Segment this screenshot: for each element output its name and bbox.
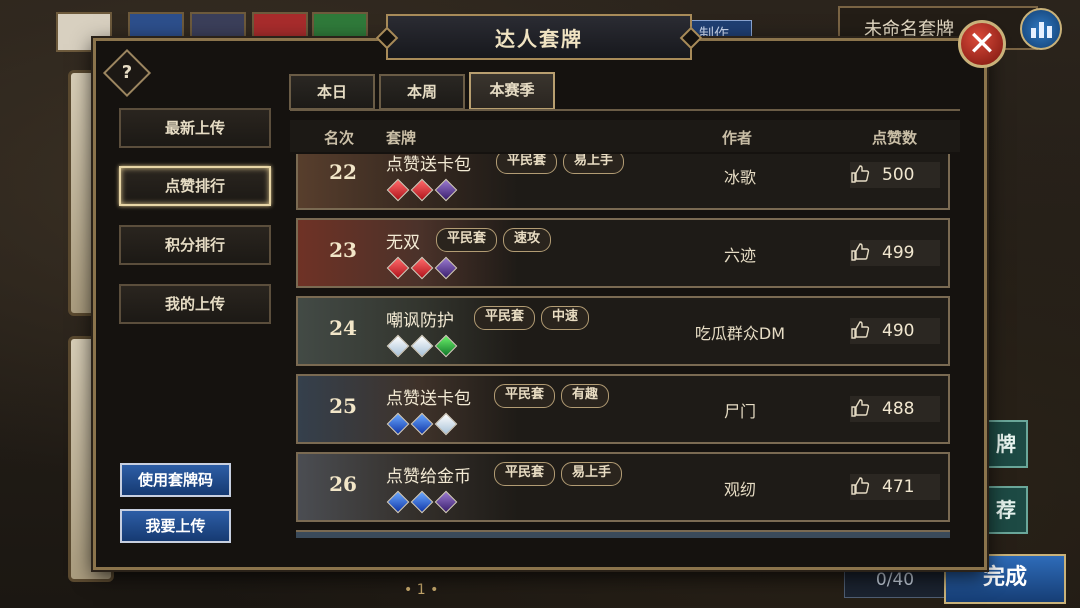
blue-gem-icon xyxy=(386,490,410,514)
page-indicator: • 1 • xyxy=(404,582,439,598)
like-count[interactable]: 500 xyxy=(850,162,940,188)
deck-tag: 易上手 xyxy=(563,154,625,174)
like-number: 500 xyxy=(882,165,915,185)
like-count[interactable]: 488 xyxy=(850,396,940,422)
deck-author: 六迹 xyxy=(723,246,756,265)
thumbs-up-icon xyxy=(850,164,872,186)
thumbs-up-icon xyxy=(850,476,872,498)
blue-gem-icon xyxy=(386,412,410,436)
thumbs-up-icon xyxy=(850,398,872,420)
green-gem-icon xyxy=(434,334,458,358)
table-row[interactable]: 26 点赞给金币 平民套 易上手 观纫 471 xyxy=(296,452,950,522)
rank-number: 26 xyxy=(329,472,357,496)
table-row[interactable]: 24 嘲讽防护 平民套 中速 吃瓜群众DM 490 xyxy=(296,296,950,366)
purple-gem-icon xyxy=(434,178,458,202)
deck-tag: 速攻 xyxy=(503,228,552,252)
deck-tag: 中速 xyxy=(541,306,590,330)
stats-icon[interactable] xyxy=(1020,8,1062,50)
question-icon: ? xyxy=(121,62,133,83)
deck-name: 点赞送卡包 xyxy=(386,155,471,175)
column-likes: 点赞数 xyxy=(872,129,918,147)
thumbs-up-icon xyxy=(850,242,872,264)
deck-name: 点赞送卡包 xyxy=(386,389,471,409)
blue-gem-icon xyxy=(410,412,434,436)
like-number: 490 xyxy=(882,321,915,341)
column-deck: 套牌 xyxy=(386,129,417,147)
tab-this-week[interactable]: 本周 xyxy=(379,74,465,110)
red-gem-icon xyxy=(386,256,410,280)
red-gem-icon xyxy=(386,178,410,202)
side-button-1[interactable]: 牌 xyxy=(984,420,1028,468)
white-gem-icon xyxy=(410,334,434,358)
table-row[interactable]: 22 点赞送卡包 平民套 易上手 冰歌 500 xyxy=(296,154,950,210)
menu-likes-ranking[interactable]: 点赞排行 xyxy=(119,166,271,206)
column-rank: 名次 xyxy=(324,129,355,147)
menu-points-ranking[interactable]: 积分排行 xyxy=(119,225,271,265)
use-deck-code-button[interactable]: 使用套牌码 xyxy=(120,463,231,497)
menu-latest-upload[interactable]: 最新上传 xyxy=(119,108,271,148)
red-gem-icon xyxy=(410,178,434,202)
deck-author: 尸门 xyxy=(723,402,756,421)
column-author: 作者 xyxy=(722,129,753,147)
deck-tag: 平民套 xyxy=(474,306,536,330)
dialog-title: 达人套牌 xyxy=(386,14,692,60)
white-gem-icon xyxy=(434,412,458,436)
deck-name: 无双 xyxy=(386,233,420,253)
deck-tag: 易上手 xyxy=(561,462,623,486)
class-gems xyxy=(386,490,458,514)
side-button-2[interactable]: 荐 xyxy=(984,486,1028,534)
rank-number: 24 xyxy=(329,316,357,340)
deck-name: 点赞给金币 xyxy=(386,467,471,487)
deck-author: 冰歌 xyxy=(723,168,756,187)
table-row[interactable]: 25 点赞送卡包 平民套 有趣 尸门 488 xyxy=(296,374,950,444)
deck-tag: 平民套 xyxy=(494,384,556,408)
class-gems xyxy=(386,256,458,280)
purple-gem-icon xyxy=(434,256,458,280)
table-header: 名次 套牌 作者 点赞数 xyxy=(290,120,960,152)
deck-tag: 有趣 xyxy=(561,384,610,408)
like-count[interactable]: 499 xyxy=(850,240,940,266)
like-number: 488 xyxy=(882,399,915,419)
class-gems xyxy=(386,412,458,436)
rank-number: 22 xyxy=(329,160,357,184)
blue-gem-icon xyxy=(410,490,434,514)
tab-divider xyxy=(290,109,960,111)
purple-gem-icon xyxy=(434,490,458,514)
thumbs-up-icon xyxy=(850,320,872,342)
rank-number: 25 xyxy=(329,394,357,418)
deck-author: 吃瓜群众DM xyxy=(694,324,786,343)
deck-author: 观纫 xyxy=(723,480,756,499)
like-number: 499 xyxy=(882,243,915,263)
close-icon[interactable]: ✕ xyxy=(958,20,1006,68)
class-gems xyxy=(386,334,458,358)
like-count[interactable]: 471 xyxy=(850,474,940,500)
menu-my-uploads[interactable]: 我的上传 xyxy=(119,284,271,324)
tab-today[interactable]: 本日 xyxy=(289,74,375,110)
deck-name: 嘲讽防护 xyxy=(386,311,454,331)
deck-list[interactable]: 22 点赞送卡包 平民套 易上手 冰歌 500 23 无双 平民套 速攻 六迹 … xyxy=(296,154,952,538)
red-gem-icon xyxy=(410,256,434,280)
tab-this-season[interactable]: 本赛季 xyxy=(469,72,555,110)
table-row-partial xyxy=(296,530,950,538)
like-count[interactable]: 490 xyxy=(850,318,940,344)
rank-number: 23 xyxy=(329,238,357,262)
class-gems xyxy=(386,178,458,202)
deck-tag: 平民套 xyxy=(496,154,558,174)
upload-deck-button[interactable]: 我要上传 xyxy=(120,509,231,543)
like-number: 471 xyxy=(882,477,915,497)
deck-tag: 平民套 xyxy=(494,462,556,486)
white-gem-icon xyxy=(386,334,410,358)
deck-tag: 平民套 xyxy=(436,228,498,252)
table-row[interactable]: 23 无双 平民套 速攻 六迹 499 xyxy=(296,218,950,288)
